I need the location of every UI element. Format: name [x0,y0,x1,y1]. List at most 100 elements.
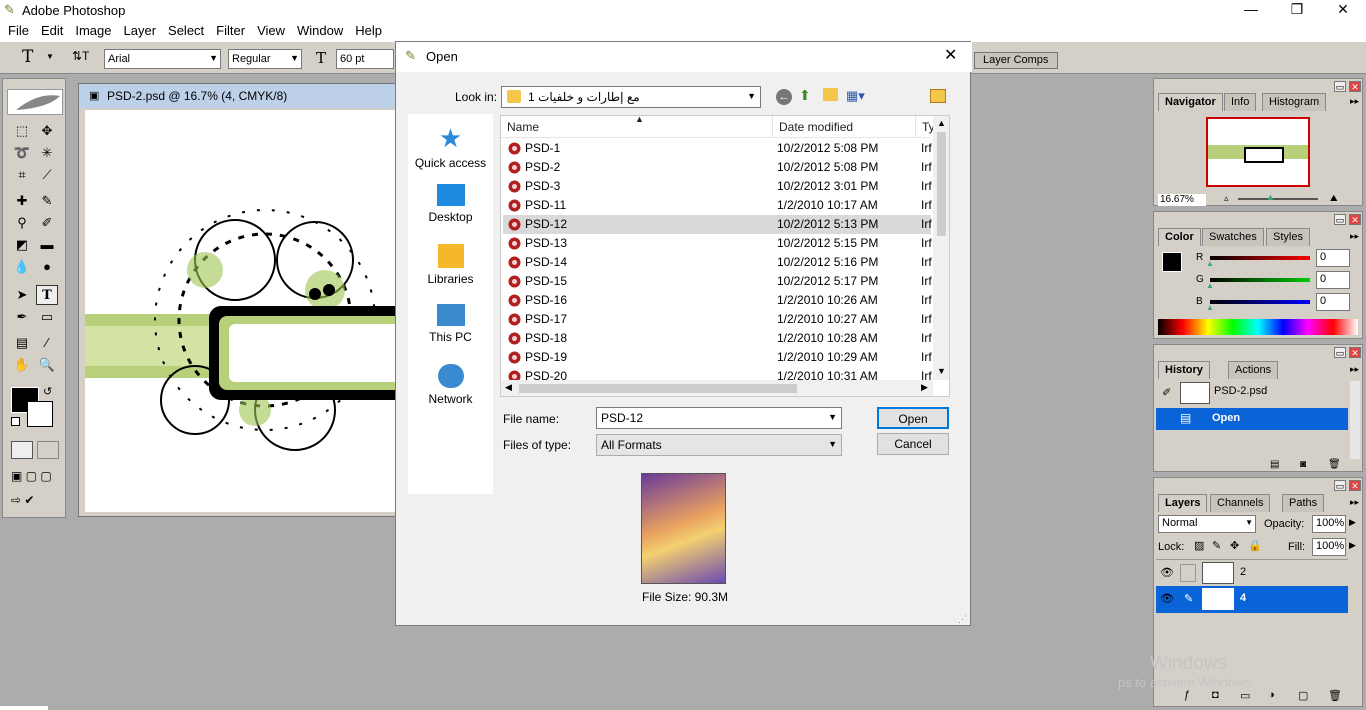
menu-filter[interactable]: Filter [210,20,251,41]
menu-window[interactable]: Window [291,20,349,41]
place-desktop[interactable]: Desktop [408,184,493,224]
file-row[interactable]: PSD-17 1/2/2010 10:27 AM Irf [503,310,932,329]
back-icon[interactable]: ← [776,89,792,105]
tab-histogram[interactable]: Histogram [1262,93,1327,111]
foreground-color-swatch[interactable] [1162,252,1182,272]
visibility-eye-icon[interactable]: 👁 [1160,566,1174,579]
tab-layers[interactable]: Layers [1158,494,1208,512]
file-row[interactable]: PSD-16 1/2/2010 10:26 AM Irf [503,291,932,310]
place-network[interactable]: Network [408,364,493,406]
healing-brush-icon[interactable]: ✚ [11,191,33,211]
camera-icon[interactable]: ◙ [1300,459,1306,470]
scroll-left-icon[interactable]: ◀ [505,382,512,393]
new-folder-icon[interactable] [823,88,838,101]
tab-actions[interactable]: Actions [1228,361,1279,379]
panel-minimize-icon[interactable]: ▭ [1334,480,1346,491]
pen-tool-icon[interactable]: ✒ [11,307,33,327]
new-document-from-state-icon[interactable]: ▤ [1270,459,1279,470]
tab-history[interactable]: History [1158,361,1210,379]
blue-slider[interactable] [1210,300,1310,304]
new-layer-icon[interactable]: ▢ [1298,689,1308,702]
history-brush-icon[interactable]: ✐ [36,213,58,233]
panel-menu-icon[interactable]: ▸▸ [1350,364,1359,375]
notes-tool-icon[interactable]: ▤ [11,333,33,353]
layer-set-icon[interactable]: ▭ [1240,689,1250,702]
red-value-input[interactable]: 0 [1316,249,1350,267]
eraser-tool-icon[interactable]: ◩ [11,235,33,255]
close-app-button[interactable]: ✕ [1320,0,1366,20]
close-dialog-button[interactable]: ✕ [944,45,957,65]
default-colors-icon[interactable] [11,417,20,426]
blend-mode-select[interactable]: Normal ▼ [1158,515,1256,533]
blur-tool-icon[interactable]: 💧 [11,257,33,277]
horizontal-scroll-thumb[interactable] [519,384,797,393]
blue-slider-handle[interactable]: ▲ [1206,303,1214,312]
zoom-slider-handle[interactable]: ▲ [1266,192,1275,202]
standard-mode-icon[interactable] [11,441,33,459]
font-family-select[interactable]: Arial ▼ [104,49,221,69]
opacity-arrow-icon[interactable]: ▶ [1349,517,1356,528]
magic-wand-icon[interactable]: ✳ [36,143,58,163]
fill-arrow-icon[interactable]: ▶ [1349,540,1356,551]
history-state-row[interactable]: ▤ Open [1156,408,1348,430]
trash-icon[interactable]: 🗑 [1328,459,1341,470]
tab-paths[interactable]: Paths [1282,494,1325,512]
vertical-scrollbar[interactable]: ▲ ▼ [933,116,949,380]
tab-navigator[interactable]: Navigator [1158,93,1223,111]
tab-info[interactable]: Info [1224,93,1257,111]
tab-channels[interactable]: Channels [1210,494,1271,512]
lock-all-icon[interactable]: 🔒 [1248,539,1262,552]
history-brush-source-icon[interactable]: ✐ [1162,386,1171,399]
crop-tool-icon[interactable]: ⌗ [11,165,33,185]
quick-mask-icon[interactable] [37,441,59,459]
panel-close-icon[interactable]: ✕ [1349,480,1361,491]
document-canvas[interactable] [85,110,395,512]
zoom-in-icon[interactable]: ⛰ [1330,193,1338,204]
history-scrollbar[interactable] [1350,381,1360,459]
file-type-select[interactable]: All Formats ▼ [596,434,842,456]
adjustment-layer-icon[interactable]: ◑ [1268,689,1275,701]
dodge-tool-icon[interactable]: ● [36,257,58,277]
menu-file[interactable]: File [2,20,35,41]
opacity-input[interactable]: 100% [1312,515,1346,533]
hand-tool-icon[interactable]: ✋ [11,355,33,375]
place-quick-access[interactable]: ★ Quick access [408,124,493,170]
file-row[interactable]: PSD-2 10/2/2012 5:08 PM Irf [503,158,932,177]
panel-menu-icon[interactable]: ▸▸ [1350,96,1359,107]
lasso-tool-icon[interactable]: ➰ [11,143,33,163]
layer-row-4[interactable]: 👁 ✎ 4 [1156,586,1348,613]
jump-to-imageready-icon[interactable]: ⇨ ✔ [11,493,34,507]
gradient-tool-icon[interactable]: ▬ [36,235,58,255]
color-ramp[interactable] [1158,319,1358,335]
panel-minimize-icon[interactable]: ▭ [1334,347,1346,358]
lock-position-icon[interactable]: ✥ [1230,539,1239,552]
file-row[interactable]: PSD-19 1/2/2010 10:29 AM Irf [503,348,932,367]
layer-row-2[interactable]: 👁 2 [1156,559,1348,586]
font-style-select[interactable]: Regular ▼ [228,49,302,69]
red-slider-handle[interactable]: ▲ [1206,259,1214,268]
red-slider[interactable] [1210,256,1310,260]
scroll-down-icon[interactable]: ▼ [937,366,946,376]
scroll-up-icon[interactable]: ▲ [937,118,946,128]
path-selection-icon[interactable]: ➤ [11,285,33,305]
layer-style-icon[interactable]: ƒ [1184,689,1190,701]
file-row[interactable]: PSD-13 10/2/2012 5:15 PM Irf [503,234,932,253]
tab-styles[interactable]: Styles [1266,228,1310,246]
lock-image-icon[interactable]: ✎ [1212,539,1221,552]
file-row[interactable]: PSD-1 10/2/2012 5:08 PM Irf [503,139,932,158]
zoom-tool-icon[interactable]: 🔍 [36,355,58,375]
eyedropper-icon[interactable]: ⁄ [36,333,58,353]
column-date-modified[interactable]: Date modified [779,120,853,134]
navigator-preview[interactable] [1206,117,1310,187]
zoom-value[interactable]: 16.67% [1158,194,1206,206]
panel-minimize-icon[interactable]: ▭ [1334,214,1346,225]
cancel-button[interactable]: Cancel [877,433,949,455]
view-menu-icon[interactable]: ▦▾ [846,88,865,104]
restore-button[interactable]: ❐ [1274,0,1320,20]
tab-color[interactable]: Color [1158,228,1201,246]
resize-grip-icon[interactable]: ⋰ [958,614,967,625]
favorite-folder-icon[interactable] [930,89,946,103]
slice-tool-icon[interactable]: ⟋ [36,165,58,185]
panel-minimize-icon[interactable]: ▭ [1334,81,1346,92]
font-size-input[interactable]: 60 pt [336,49,394,69]
